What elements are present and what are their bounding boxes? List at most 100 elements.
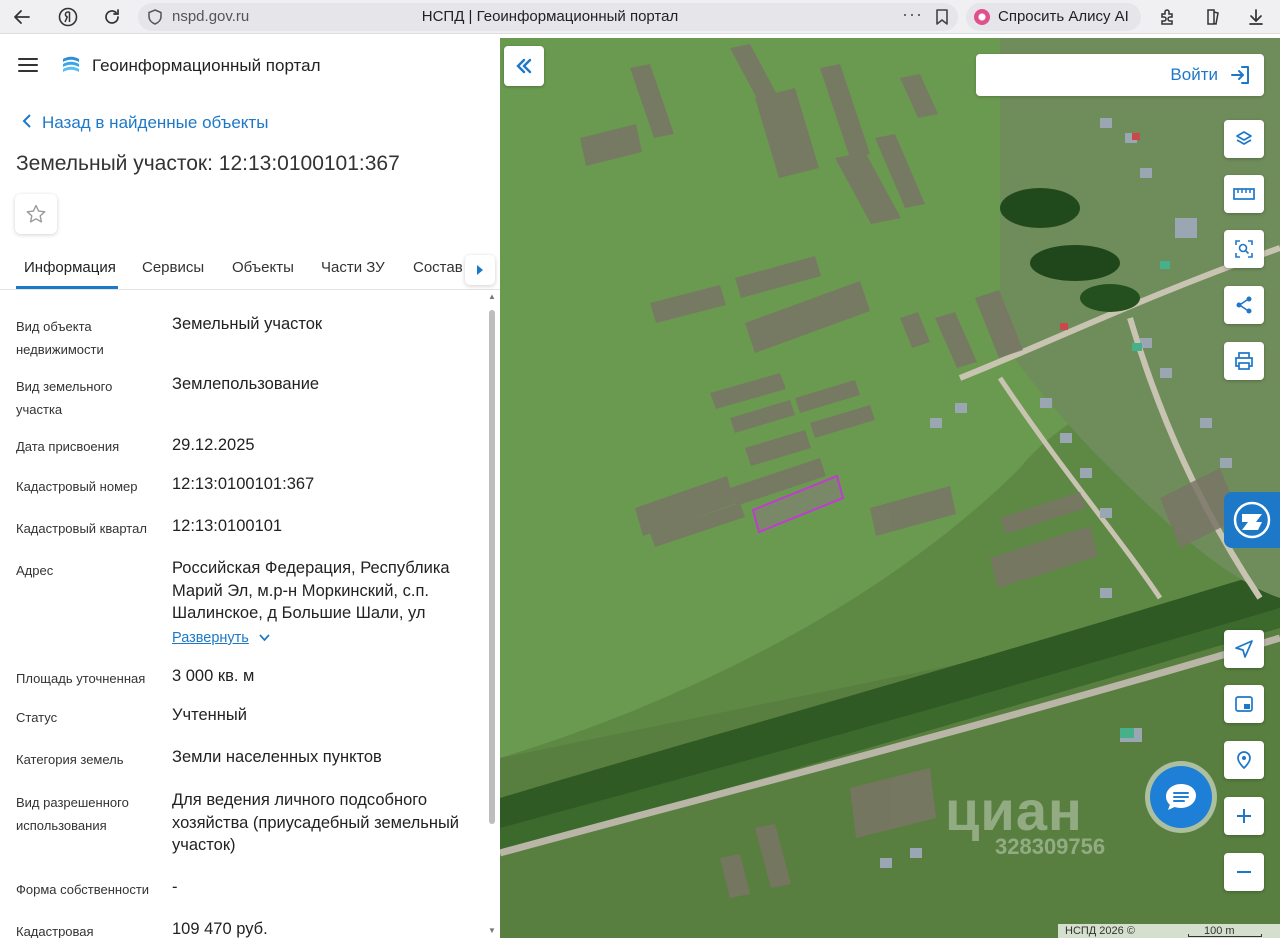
property-label: Кадастровый квартал: [16, 521, 147, 536]
share-button[interactable]: [1224, 286, 1264, 324]
collections-icon[interactable]: [1200, 4, 1226, 30]
property-label: Форма собственности: [16, 882, 150, 897]
scroll-up-icon[interactable]: ▲: [487, 292, 497, 302]
portal-title: Геоинформационный портал: [92, 56, 321, 75]
copyright-text: НСПД 2026 ©: [1065, 925, 1135, 937]
double-chevron-left-icon: [516, 58, 532, 74]
area-search-button[interactable]: [1224, 230, 1264, 268]
property-value: Учтенный: [172, 706, 247, 724]
chat-button[interactable]: [1150, 766, 1212, 828]
tabs-scroll-right-button[interactable]: [465, 255, 495, 285]
tab-info[interactable]: Информация: [24, 259, 116, 276]
browser-toolbar: nspd.gov.ru НСПД | Геоинформационный пор…: [0, 0, 1280, 34]
property-label: Категория земель: [16, 752, 124, 767]
property-value: Землепользование: [172, 375, 320, 393]
property-value: Земельный участок: [172, 315, 323, 333]
property-value: 12:13:0100101: [172, 517, 283, 535]
property-label: Вид земельного участка: [16, 379, 113, 417]
property-value: 12:13:0100101:367: [172, 475, 315, 493]
login-label: Войти: [1170, 65, 1218, 84]
ruler-button[interactable]: [1224, 175, 1264, 213]
star-icon: [26, 204, 46, 223]
login-button[interactable]: Войти: [976, 54, 1264, 96]
object-panel: Геоинформационный портал Назад в найденн…: [0, 34, 500, 938]
expand-label: Развернуть: [172, 630, 249, 646]
ruler-icon: [1233, 188, 1255, 200]
layers-icon: [1236, 131, 1252, 145]
property-label: Дата присвоения: [16, 439, 120, 454]
share-icon: [1236, 296, 1252, 314]
login-icon: [1231, 66, 1249, 84]
extensions-icon[interactable]: [1155, 4, 1181, 30]
site-info-icon[interactable]: [142, 4, 168, 30]
watermark-number: 328309756: [995, 834, 1106, 859]
scale-bar: [1188, 934, 1262, 937]
tab-objects[interactable]: Объекты: [232, 259, 294, 276]
back-to-results-link[interactable]: Назад в найденные объекты: [22, 113, 268, 133]
print-button[interactable]: [1224, 342, 1264, 380]
property-value: 29.12.2025: [172, 436, 255, 454]
property-value: 3 000 кв. м: [172, 667, 255, 685]
scroll-thumb[interactable]: [489, 310, 495, 824]
property-label: Статус: [16, 710, 58, 725]
tab-services[interactable]: Сервисы: [142, 259, 204, 276]
bookmark-icon[interactable]: [929, 4, 955, 30]
tab-bar: Информация Сервисы Объекты Части ЗУ Сост…: [0, 252, 500, 290]
tab-parts[interactable]: Части ЗУ: [321, 259, 385, 276]
property-label: Вид разрешенного использования: [16, 795, 129, 833]
map-attribution: НСПД 2026 © 100 m: [1058, 924, 1280, 938]
property-value: Земли населенных пунктов: [172, 748, 382, 766]
chevron-down-icon: [259, 631, 270, 645]
portal-header: Геоинформационный портал: [0, 34, 500, 96]
property-label: Кадастровая: [16, 924, 94, 938]
location-search-button[interactable]: [1224, 741, 1264, 779]
download-icon[interactable]: [1243, 4, 1269, 30]
collapse-panel-button[interactable]: [504, 46, 544, 86]
tab-composition[interactable]: Состав: [413, 259, 463, 276]
menu-icon[interactable]: [18, 58, 38, 72]
chat-bubble-icon: [1166, 784, 1196, 810]
panel-scrollbar[interactable]: ▲ ▼: [487, 290, 497, 938]
property-label: Адрес: [16, 563, 54, 578]
property-label: Вид объекта недвижимости: [16, 319, 104, 357]
navigation-arrow-icon: [1235, 640, 1253, 658]
zoom-out-button[interactable]: [1224, 853, 1264, 891]
url-text[interactable]: nspd.gov.ru: [172, 8, 249, 25]
area-search-icon: [1235, 240, 1253, 258]
alice-label: Спросить Алису AI: [998, 8, 1129, 25]
layers-button[interactable]: [1224, 120, 1264, 158]
portal-logo-icon: [63, 56, 79, 72]
minimap-button[interactable]: [1224, 685, 1264, 723]
active-tab-indicator: [16, 286, 118, 289]
property-value: -: [172, 878, 178, 896]
plus-icon: [1237, 809, 1251, 823]
geolocation-button[interactable]: [1224, 630, 1264, 668]
property-value: Для ведения личного подсобного хозяйства…: [172, 791, 460, 854]
alice-button[interactable]: Спросить Алису AI: [966, 3, 1141, 31]
minus-icon: [1237, 871, 1251, 873]
yandex-logo-icon[interactable]: [55, 4, 81, 30]
location-pin-icon: [1237, 751, 1251, 770]
back-arrow-icon[interactable]: [9, 4, 35, 30]
feedback-logo-icon: [1233, 501, 1271, 539]
address-value: Российская Федерация, Республика Марий Э…: [172, 559, 450, 622]
tab-title: НСПД | Геоинформационный портал: [421, 8, 679, 25]
property-list: Вид объекта недвижимости Земельный участ…: [0, 290, 486, 938]
page-title: Земельный участок: 12:13:0100101:367: [16, 152, 400, 175]
property-value: 109 470 руб.: [172, 920, 268, 938]
caret-right-icon: [477, 265, 483, 275]
picture-in-picture-icon: [1235, 696, 1253, 712]
zoom-in-button[interactable]: [1224, 797, 1264, 835]
chevron-left-icon: [22, 113, 42, 133]
scroll-down-icon[interactable]: ▼: [487, 926, 497, 936]
property-label: Кадастровый номер: [16, 479, 138, 494]
favorite-button[interactable]: [15, 194, 57, 234]
more-icon[interactable]: ···: [902, 4, 923, 25]
alice-icon: [974, 9, 990, 25]
reload-icon[interactable]: [99, 4, 125, 30]
expand-address-link[interactable]: Развернуть: [172, 630, 270, 646]
back-link-label: Назад в найденные объекты: [42, 113, 269, 132]
feedback-badge[interactable]: [1224, 492, 1280, 548]
printer-icon: [1235, 352, 1253, 370]
satellite-map[interactable]: Войти циан 328309756 НСПД 2026 © 100 m: [500, 38, 1280, 938]
